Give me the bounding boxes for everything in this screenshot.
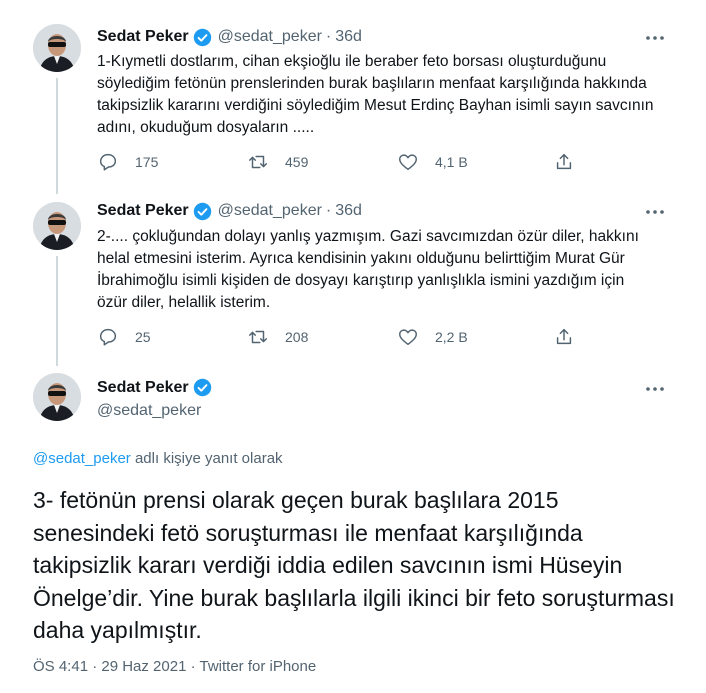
thread-tweet-1[interactable]: Sedat Peker @sedat_peker · 36d 1-Kıymetl… bbox=[0, 0, 706, 190]
reply-to-suffix: adlı kişiye yanıt olarak bbox=[130, 450, 283, 467]
verified-badge-icon bbox=[193, 28, 212, 47]
reply-count: 175 bbox=[135, 154, 159, 170]
tweet-header: Sedat Peker @sedat_peker · 36d bbox=[97, 26, 362, 48]
share-icon bbox=[556, 328, 572, 345]
tweet-text: 1-Kıymetli dostlarım, cihan ekşioğlu ile… bbox=[97, 53, 654, 136]
tweet-age[interactable]: 36d bbox=[335, 28, 362, 46]
reply-icon bbox=[99, 153, 117, 171]
retweet-button[interactable]: 208 bbox=[247, 325, 308, 349]
like-count: 2,2 B bbox=[435, 329, 468, 345]
tweet-header: Sedat Peker @sedat_peker · 36d bbox=[97, 200, 362, 222]
like-icon bbox=[399, 329, 417, 346]
retweet-count: 459 bbox=[285, 154, 309, 170]
reply-button[interactable]: 25 bbox=[97, 325, 151, 349]
reply-icon bbox=[99, 328, 117, 346]
author-name[interactable]: Sedat Peker bbox=[97, 202, 189, 220]
verified-badge-icon bbox=[193, 378, 212, 397]
author-handle[interactable]: @sedat_peker bbox=[97, 402, 201, 420]
tweet-meta[interactable]: ÖS 4:41 · 29 Haz 2021 · Twitter for iPho… bbox=[33, 658, 316, 675]
author-name[interactable]: Sedat Peker bbox=[97, 28, 189, 46]
like-icon bbox=[399, 154, 417, 171]
tweet-actions: 175 459 4,1 B bbox=[97, 150, 587, 174]
retweet-count: 208 bbox=[285, 329, 309, 345]
avatar[interactable] bbox=[33, 373, 81, 421]
share-button[interactable] bbox=[553, 325, 575, 349]
share-icon bbox=[556, 153, 572, 170]
separator-dot: · bbox=[325, 202, 332, 219]
tweet-text: 2-.... çokluğundan dolayı yanlış yazmışı… bbox=[97, 228, 639, 311]
like-count: 4,1 B bbox=[435, 154, 468, 170]
share-button[interactable] bbox=[553, 150, 575, 174]
verified-badge-icon bbox=[193, 202, 212, 221]
separator-dot: · bbox=[325, 28, 332, 45]
avatar[interactable] bbox=[33, 24, 81, 72]
focused-tweet-text: 3- fetönün prensi olarak geçen burak baş… bbox=[33, 487, 675, 643]
like-button[interactable]: 4,1 B bbox=[397, 150, 468, 174]
author-handle[interactable]: @sedat_peker bbox=[218, 28, 322, 46]
more-options-icon[interactable] bbox=[644, 201, 666, 223]
author-handle[interactable]: @sedat_peker bbox=[218, 202, 322, 220]
tweet-age[interactable]: 36d bbox=[335, 202, 362, 220]
author-name-row: Sedat Peker bbox=[97, 378, 212, 397]
thread-line bbox=[56, 256, 58, 366]
reply-button[interactable]: 175 bbox=[97, 150, 158, 174]
like-button[interactable]: 2,2 B bbox=[397, 325, 468, 349]
reply-count: 25 bbox=[135, 329, 151, 345]
author-name[interactable]: Sedat Peker bbox=[97, 379, 189, 397]
more-options-icon[interactable] bbox=[644, 27, 666, 49]
tweet-actions: 25 208 2,2 B bbox=[97, 325, 587, 349]
retweet-icon bbox=[249, 155, 267, 169]
reply-mention-link[interactable]: @sedat_peker bbox=[33, 450, 131, 467]
retweet-button[interactable]: 459 bbox=[247, 150, 308, 174]
more-options-icon[interactable] bbox=[644, 378, 666, 400]
avatar[interactable] bbox=[33, 202, 81, 250]
retweet-icon bbox=[249, 330, 267, 344]
replying-to: @sedat_peker adlı kişiye yanıt olarak bbox=[33, 450, 283, 467]
